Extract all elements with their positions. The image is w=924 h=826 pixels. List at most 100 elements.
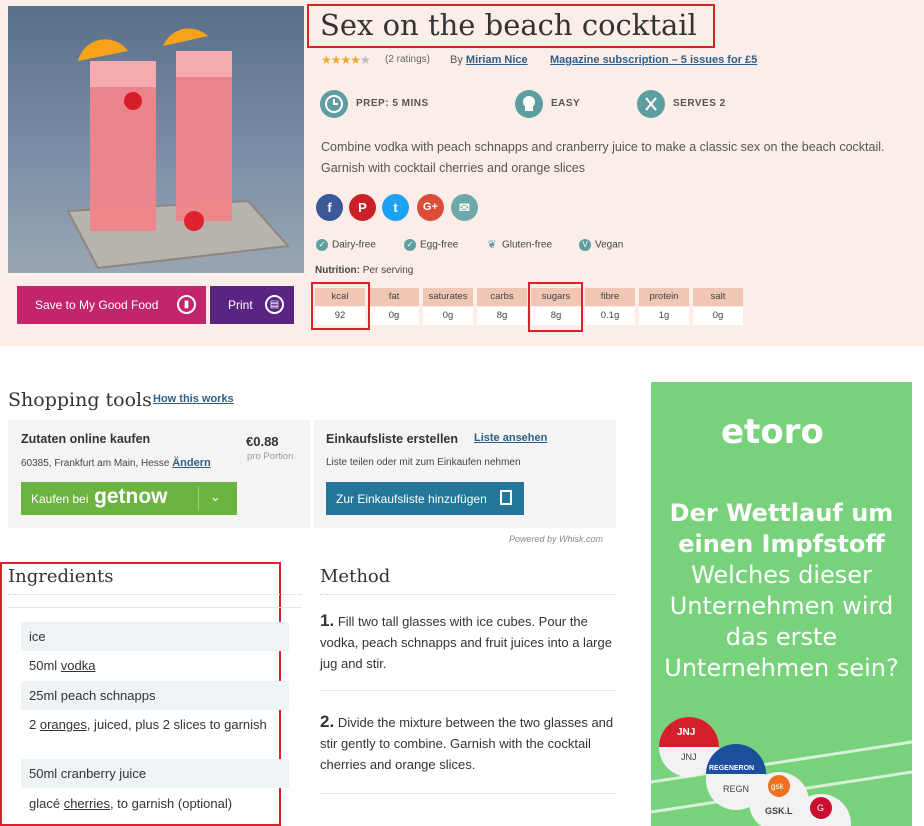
cutlery-icon — [637, 90, 665, 118]
nutrition-value: 1g — [639, 307, 689, 325]
ingredient-text: glacé — [29, 796, 64, 811]
print-button[interactable]: Print ▤ — [210, 286, 294, 324]
ingredient-text: ice — [29, 629, 46, 644]
powered-by: Powered by Whisk.com — [509, 534, 604, 544]
star-rating[interactable]: ★★★★★ — [321, 53, 371, 67]
getnow-logo: getnow — [94, 485, 168, 508]
twitter-icon: t — [393, 200, 398, 215]
shopping-list-panel: Einkaufsliste erstellen Liste ansehen Li… — [314, 420, 616, 528]
nutrition-carbs: carbs 8g — [477, 288, 527, 325]
add-to-list-button[interactable]: Zur Einkaufsliste hinzufügen — [326, 482, 524, 515]
printer-icon: ▤ — [265, 295, 284, 314]
twitter-share-button[interactable]: t — [382, 194, 409, 221]
ingredient-text: , to garnish (optional) — [109, 796, 233, 811]
email-share-button[interactable]: ✉ — [451, 194, 478, 221]
byline: By Miriam Nice — [450, 54, 528, 66]
nutrition-label: fat — [369, 288, 419, 306]
ball-label: JNJ — [677, 727, 695, 738]
how-this-works-link[interactable]: How this works — [153, 393, 234, 405]
shopping-list-heading: Einkaufsliste erstellen — [326, 432, 459, 446]
facebook-share-button[interactable]: f — [316, 194, 343, 221]
prep-time: PREP: 5 MINS — [356, 98, 429, 109]
price-per-portion: pro Portion — [247, 451, 294, 462]
wheat-icon: ❦ — [487, 239, 497, 251]
method-step: 2. Divide the mixture between the two gl… — [320, 711, 618, 775]
button-divider — [198, 486, 199, 511]
diet-egg-free: ✓ Egg-free — [404, 239, 458, 251]
divider — [8, 594, 302, 596]
nutrition-saturates: saturates 0g — [423, 288, 473, 325]
nutrition-salt: salt 0g — [693, 288, 743, 325]
ingredient-link[interactable]: oranges — [40, 717, 87, 732]
ingredient-link[interactable]: cherries — [64, 796, 110, 811]
change-location-link[interactable]: Ändern — [172, 457, 211, 469]
author-link[interactable]: Miriam Nice — [466, 54, 528, 66]
ball-ticker: JNJ — [681, 752, 697, 762]
add-to-list-label: Zur Einkaufsliste hinzufügen — [336, 492, 487, 506]
divider — [320, 793, 616, 794]
page-title: Sex on the beach cocktail — [320, 8, 697, 42]
clipboard-icon — [500, 490, 512, 505]
diet-vegan: V Vegan — [579, 239, 623, 251]
print-label: Print — [228, 298, 253, 312]
location-text: 60385, Frankfurt am Main, Hesse — [21, 458, 170, 469]
buy-online-panel: Zutaten online kaufen €0.88 pro Portion … — [8, 420, 310, 528]
ad-body: Welches dieser Unternehmen wird das erst… — [664, 561, 899, 682]
email-icon: ✉ — [459, 200, 470, 215]
diet-label: Dairy-free — [332, 239, 376, 251]
step-text: Fill two tall glasses with ice cubes. Po… — [320, 614, 612, 671]
pinterest-icon: P — [358, 200, 367, 215]
ball-label: G — [817, 803, 824, 813]
nutrition-heading: Nutrition: Per serving — [315, 265, 413, 276]
nutrition-value: 0g — [369, 307, 419, 325]
ingredient-text: 25ml peach schnapps — [29, 688, 156, 703]
nutrition-fibre: fibre 0.1g — [585, 288, 635, 325]
google-share-button[interactable]: G+ — [417, 194, 444, 221]
etoro-logo: etoro — [721, 412, 824, 452]
ingredient-text: , juiced, plus 2 slices to garnish — [86, 717, 267, 732]
divider — [320, 594, 616, 596]
kcal-highlight — [311, 282, 370, 330]
nutrition-label: saturates — [423, 288, 473, 306]
pinterest-share-button[interactable]: P — [349, 194, 376, 221]
advertisement[interactable]: etoro Der Wettlauf um einen Impfstoff We… — [651, 382, 912, 826]
ingredient-item: 50ml vodka — [21, 651, 289, 680]
nutrition-value: 0g — [693, 307, 743, 325]
save-button[interactable]: Save to My Good Food ▮ — [17, 286, 206, 324]
sugars-highlight — [528, 282, 583, 332]
servings: SERVES 2 — [673, 98, 726, 109]
shopping-list-sub: Liste teilen oder mit zum Einkaufen nehm… — [326, 457, 521, 468]
stock-balls-graphic: JNJ JNJ REGENERON REGN gsk GSK.L G — [651, 717, 912, 826]
shopping-tools-title: Shopping tools — [8, 389, 152, 411]
clock-icon — [320, 90, 348, 118]
ingredient-text: 50ml — [29, 658, 61, 673]
view-list-link[interactable]: Liste ansehen — [474, 432, 547, 444]
ingredient-link[interactable]: vodka — [61, 658, 96, 673]
divider — [8, 607, 302, 608]
nutrition-protein: protein 1g — [639, 288, 689, 325]
by-label: By — [450, 54, 463, 66]
empty-star: ★ — [360, 53, 371, 67]
price: €0.88 — [246, 434, 279, 449]
ingredient-item: 25ml peach schnapps — [21, 681, 289, 710]
check-icon: ✓ — [316, 239, 328, 251]
ad-headline: Der Wettlauf um einen Impfstoff — [669, 499, 894, 558]
buy-getnow-button[interactable]: Kaufen bei getnow ⌄ — [21, 482, 237, 515]
buy-prefix: Kaufen bei — [31, 492, 89, 506]
bookmark-icon: ▮ — [177, 295, 196, 314]
chef-hat-icon — [515, 90, 543, 118]
ball-ticker: GSK.L — [765, 806, 793, 816]
ingredient-text: 50ml cranberry juice — [29, 766, 147, 781]
method-title: Method — [320, 566, 391, 587]
google-plus-icon: G+ — [423, 201, 438, 213]
ball-label: REGENERON — [709, 765, 754, 772]
cocktail-illustration — [66, 28, 291, 270]
recipe-description: Combine vodka with peach schnapps and cr… — [321, 140, 885, 175]
buy-online-heading: Zutaten online kaufen — [21, 432, 151, 446]
location: 60385, Frankfurt am Main, Hesse Ändern — [21, 457, 211, 469]
chevron-down-icon[interactable]: ⌄ — [210, 489, 221, 505]
vegan-icon: V — [579, 239, 591, 251]
ball-label: gsk — [771, 782, 784, 791]
magazine-link[interactable]: Magazine subscription – 5 issues for £5 — [550, 54, 757, 66]
ingredient-item: 50ml cranberry juice — [21, 759, 289, 788]
